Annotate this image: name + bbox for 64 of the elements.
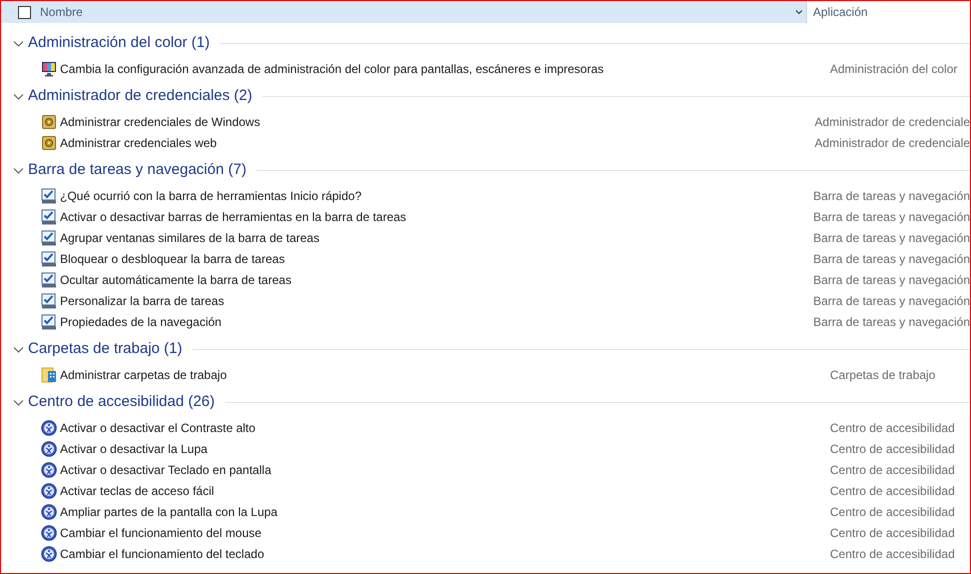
accessibility-icon xyxy=(41,482,57,498)
accessibility-icon xyxy=(41,546,57,562)
task-link[interactable]: Cambia la configuración avanzada de administración del color para pantallas, escáneres e impresoras xyxy=(60,60,810,78)
select-all-checkbox[interactable] xyxy=(18,6,31,18)
accessibility-icon xyxy=(41,504,57,520)
application-name: Barra de tareas y navegación xyxy=(813,314,970,330)
group-title[interactable]: Administrador de credenciales (2) xyxy=(28,84,252,108)
group-title[interactable]: Barra de tareas y navegación (7) xyxy=(28,158,246,182)
accessibility-icon xyxy=(41,462,57,478)
application-name: Barra de tareas y navegación xyxy=(813,292,970,310)
accessibility-icon xyxy=(41,524,57,540)
application-name: Centro de accesibilidad xyxy=(830,440,955,458)
taskbar-checkbox-icon xyxy=(41,272,57,288)
taskbar-checkbox-icon xyxy=(41,250,57,266)
task-link[interactable]: Activar o desactivar el Contraste alto xyxy=(60,418,810,436)
task-link[interactable]: Ocultar automáticamente la barra de tareas xyxy=(60,270,794,288)
safe-icon xyxy=(41,134,57,150)
safe-icon xyxy=(41,114,57,130)
task-link[interactable]: Activar teclas de acceso fácil xyxy=(60,482,810,500)
application-name: Barra de tareas y navegación xyxy=(813,208,970,226)
task-link[interactable]: Administrar carpetas de trabajo xyxy=(60,366,810,384)
task-link[interactable]: Activar o desactivar Teclado en pantalla xyxy=(60,460,810,478)
application-name: Administrador de credenciale xyxy=(814,134,970,152)
task-link[interactable]: Agrupar ventanas similares de la barra de tareas xyxy=(60,228,794,246)
taskbar-checkbox-icon xyxy=(41,188,57,204)
column-title[interactable]: Aplicación xyxy=(813,3,868,21)
application-name: Barra de tareas y navegación xyxy=(813,250,970,268)
task-link[interactable]: Activar o desactivar la Lupa xyxy=(60,440,810,458)
application-name: Centro de accesibilidad xyxy=(830,546,955,562)
taskbar-checkbox-icon xyxy=(41,230,57,246)
group-title[interactable]: Centro de accesibilidad (26) xyxy=(28,390,215,414)
accessibility-icon xyxy=(41,420,57,436)
task-link[interactable]: Propiedades de la navegación xyxy=(60,312,794,330)
application-name: Carpetas de trabajo xyxy=(830,366,936,384)
application-name: Centro de accesibilidad xyxy=(830,504,955,520)
application-name: Centro de accesibilidad xyxy=(830,462,955,478)
task-link[interactable]: Administrar credenciales web xyxy=(60,134,795,152)
task-link[interactable]: Bloquear o desbloquear la barra de tareas xyxy=(60,250,794,268)
column-title: Nombre xyxy=(40,4,83,21)
application-name: Barra de tareas y navegación xyxy=(813,230,970,246)
column-header[interactable]: Nombre xyxy=(1,1,806,23)
task-link[interactable]: Administrar credenciales de Windows xyxy=(60,112,795,130)
application-name: Administrador de credenciale xyxy=(814,114,970,130)
task-link[interactable]: Ampliar partes de la pantalla con la Lupa xyxy=(60,502,810,520)
monitor-icon xyxy=(41,60,57,76)
taskbar-checkbox-icon xyxy=(41,208,57,224)
task-link[interactable]: Cambiar el funcionamiento del teclado xyxy=(60,544,810,562)
application-name: Administración del color xyxy=(830,60,958,78)
group-title[interactable]: Carpetas de trabajo (1) xyxy=(28,338,182,360)
application-name: Barra de tareas y navegación xyxy=(813,188,970,204)
task-link[interactable]: Cambiar el funcionamiento del mouse xyxy=(60,524,810,542)
application-name: Centro de accesibilidad xyxy=(830,524,955,542)
task-link[interactable]: Personalizar la barra de tareas xyxy=(60,292,794,310)
application-name: Barra de tareas y navegación xyxy=(813,272,970,288)
taskbar-checkbox-icon xyxy=(41,292,57,308)
chevron-down-icon[interactable] xyxy=(794,7,804,17)
task-link[interactable]: ¿Qué ocurrió con la barra de herramientas Inicio rápido? xyxy=(60,186,794,204)
accessibility-icon xyxy=(41,440,57,456)
application-name: Centro de accesibilidad xyxy=(830,420,955,436)
taskbar-checkbox-icon xyxy=(41,314,57,330)
group-title[interactable]: Administración del color (1) xyxy=(28,32,210,54)
folder-building-icon xyxy=(41,366,57,382)
application-name: Centro de accesibilidad xyxy=(830,482,955,500)
task-link[interactable]: Activar o desactivar barras de herramientas en la barra de tareas xyxy=(60,208,794,226)
